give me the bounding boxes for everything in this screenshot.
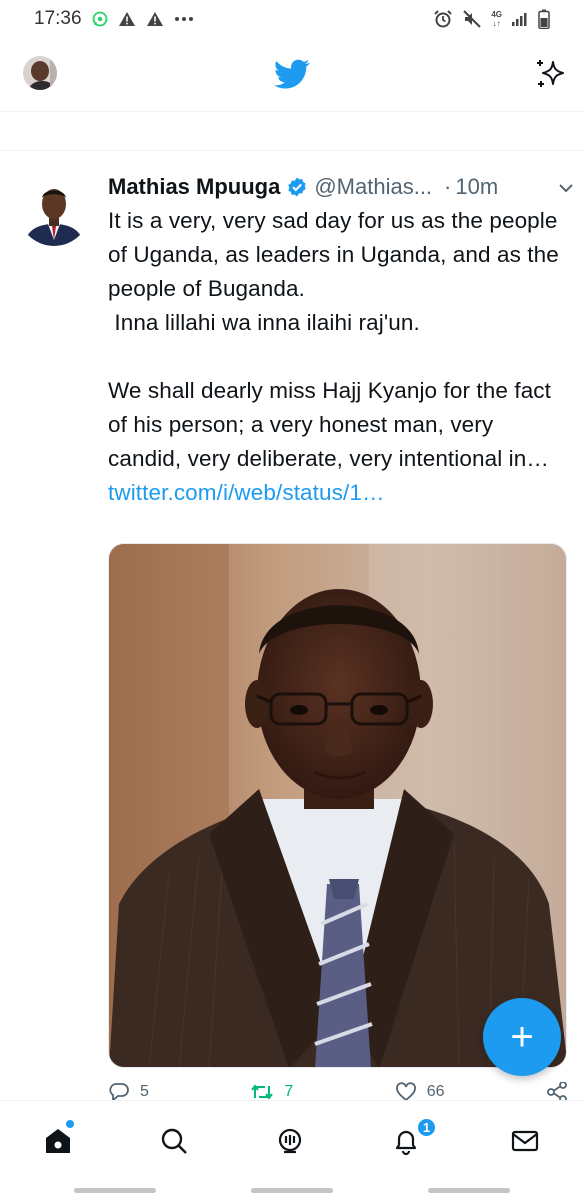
status-time: 17:36	[34, 8, 82, 29]
retweet-icon	[251, 1084, 274, 1100]
mute-icon	[462, 9, 482, 29]
tweet-header: Mathias Mpuuga @Mathias... · 10m	[108, 170, 568, 204]
verified-badge-icon	[286, 176, 308, 198]
show-more-row	[0, 113, 584, 151]
tweet-link[interactable]: twitter.com/i/web/status/1…	[108, 480, 385, 505]
alarm-icon	[433, 9, 453, 29]
messages-icon	[511, 1130, 539, 1152]
like-count: 66	[426, 1083, 445, 1100]
whatsapp-icon	[92, 11, 108, 27]
warning-icon	[146, 11, 164, 27]
nav-messages[interactable]	[505, 1121, 545, 1161]
author-handle[interactable]: @Mathias...	[314, 174, 432, 200]
retweet-count: 7	[284, 1083, 294, 1100]
tweet[interactable]: Mathias Mpuuga @Mathias... · 10m It is a…	[0, 152, 584, 1102]
compose-tweet-button[interactable]: +	[483, 998, 561, 1076]
twitter-bird-icon[interactable]	[273, 56, 311, 92]
like-action[interactable]: 66	[395, 1082, 445, 1102]
bottom-navigation: 1	[0, 1100, 584, 1200]
status-bar: 17:36 4G ↓↑	[0, 0, 584, 38]
sparkle-icon[interactable]	[532, 56, 568, 92]
app-header	[0, 38, 584, 112]
share-icon	[547, 1082, 567, 1102]
nav-search[interactable]	[154, 1121, 194, 1161]
notifications-badge: 1	[416, 1117, 437, 1138]
gesture-bar-left	[74, 1188, 156, 1193]
signal-icon	[511, 11, 529, 27]
retweet-action[interactable]: 7	[250, 1082, 293, 1102]
status-right: 4G ↓↑	[433, 9, 550, 29]
gesture-bar-right	[428, 1188, 510, 1193]
tweet-text-content: It is a very, very sad day for us as the…	[108, 208, 559, 471]
gesture-bar-center	[251, 1188, 333, 1193]
profile-avatar[interactable]	[23, 56, 57, 90]
battery-icon	[538, 9, 550, 29]
warning-icon	[118, 11, 136, 27]
more-options-icon[interactable]	[556, 178, 576, 198]
tweet-text: It is a very, very sad day for us as the…	[108, 204, 568, 510]
separator-dot: ·	[444, 174, 452, 199]
tweet-body: Mathias Mpuuga @Mathias... · 10m It is a…	[108, 170, 573, 510]
home-unread-dot	[66, 1120, 74, 1128]
tweet-timestamp[interactable]: 10m	[455, 174, 498, 200]
network-arrows: ↓↑	[492, 19, 501, 28]
nav-spaces[interactable]	[270, 1121, 310, 1161]
status-left: 17:36	[34, 8, 194, 30]
network-4g-icon: 4G ↓↑	[491, 10, 502, 28]
reply-action[interactable]: 5	[108, 1082, 149, 1102]
home-icon	[46, 1129, 70, 1153]
reply-count: 5	[140, 1083, 149, 1100]
author-name[interactable]: Mathias Mpuuga	[108, 174, 280, 200]
tweet-media-image[interactable]	[108, 543, 567, 1068]
network-label: 4G	[491, 10, 502, 19]
reply-icon	[109, 1083, 129, 1102]
search-icon	[161, 1128, 187, 1154]
heart-icon	[395, 1082, 416, 1102]
more-dots-icon	[174, 16, 194, 22]
spaces-icon	[278, 1128, 302, 1154]
plus-icon: +	[510, 1015, 534, 1059]
tweet-author-avatar[interactable]	[18, 174, 90, 246]
share-action[interactable]	[546, 1082, 568, 1102]
